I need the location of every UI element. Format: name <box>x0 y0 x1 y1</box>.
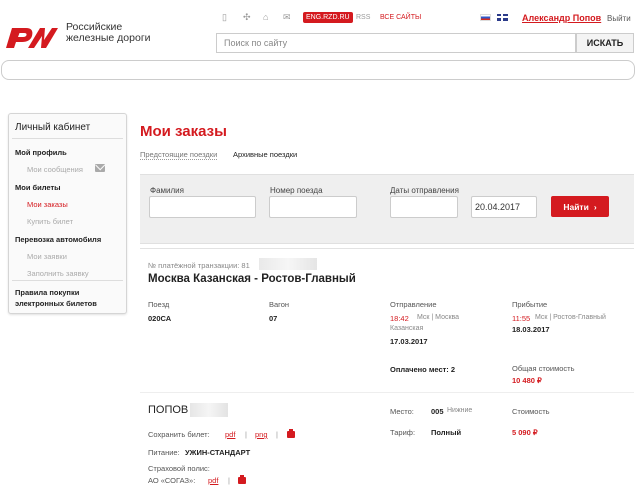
printer-icon[interactable] <box>238 475 246 484</box>
date-from-input[interactable] <box>390 196 458 218</box>
ticket-png-link[interactable]: png <box>255 430 268 439</box>
surname-input[interactable] <box>149 196 256 218</box>
tariff-label: Тариф: <box>390 428 416 437</box>
page-title: Мои заказы <box>140 123 227 140</box>
sidebar <box>8 113 127 314</box>
meal-value: УЖИН-СТАНДАРТ <box>185 448 251 457</box>
logo-text: Российские железные дороги <box>66 21 151 44</box>
sidebar-item-buy-ticket[interactable]: Купить билет <box>27 217 73 226</box>
sidebar-item-my-requests[interactable]: Мои заявки <box>27 252 67 261</box>
train-number-label: Номер поезда <box>270 186 323 195</box>
car-label: Вагон <box>269 300 290 309</box>
eng-site-link[interactable]: ENG.RZD.RU <box>303 12 353 23</box>
mail-icon[interactable]: ✉ <box>283 12 291 23</box>
russian-flag-icon[interactable] <box>480 14 491 21</box>
find-button-label: Найти <box>563 201 589 212</box>
insurance-company: АО «СОГАЗ»: <box>148 476 196 485</box>
arrival-label: Прибытие <box>512 300 548 309</box>
departure-date: 17.03.2017 <box>390 337 428 346</box>
train-value: 020СА <box>148 314 172 323</box>
cost-label: Стоимость <box>512 407 550 416</box>
arrival-time: 11:55 <box>512 314 531 323</box>
find-button[interactable]: Найти › <box>551 196 609 217</box>
sidebar-divider <box>12 280 123 281</box>
tab-archive[interactable]: Архивные поездки <box>233 150 297 159</box>
sidebar-item-rules[interactable]: Правила покупки электронных билетов <box>15 287 97 309</box>
printer-icon[interactable] <box>287 429 295 438</box>
insurance-pdf-link[interactable]: pdf <box>208 476 218 485</box>
logout-link[interactable]: Выйти <box>607 14 631 23</box>
uk-flag-icon[interactable] <box>497 14 508 21</box>
transaction-number: № платёжной транзакции: 81 <box>148 261 250 270</box>
cost-value: 5 090 ₽ <box>512 428 538 437</box>
sidebar-divider <box>12 138 123 139</box>
ticket-pdf-link[interactable]: pdf <box>225 430 235 439</box>
envelope-icon <box>95 164 105 172</box>
redacted-area <box>190 403 228 417</box>
rzd-logo[interactable] <box>4 24 62 50</box>
meal-label: Питание: <box>148 448 180 457</box>
sitemap-icon[interactable]: ✣ <box>243 12 251 23</box>
seat-label: Место: <box>390 407 414 416</box>
home-icon[interactable]: ⌂ <box>263 12 268 22</box>
separator: | <box>228 476 230 485</box>
sidebar-item-fill-request[interactable]: Заполнить заявку <box>27 269 89 278</box>
route-title: Москва Казанская - Ростов-Главный <box>148 273 356 285</box>
passenger-surname: ПОПОВ <box>148 404 189 416</box>
sidebar-item-car-transport[interactable]: Перевозка автомобиля <box>15 235 101 244</box>
search-input[interactable]: Поиск по сайту <box>216 33 576 53</box>
separator: | <box>245 430 247 439</box>
insurance-label: Страховой полис: <box>148 464 210 473</box>
date-to-input[interactable]: 20.04.2017 <box>471 196 537 218</box>
departure-dates-label: Даты отправления <box>390 186 459 195</box>
surname-label: Фамилия <box>150 186 184 195</box>
rss-link[interactable]: RSS <box>356 14 370 21</box>
departure-label: Отправление <box>390 300 437 309</box>
separator: | <box>276 430 278 439</box>
departure-time: 18:42 <box>390 314 409 323</box>
seat-value: 005 <box>431 407 444 416</box>
car-value: 07 <box>269 314 278 323</box>
search-button[interactable]: ИСКАТЬ <box>576 33 634 53</box>
all-sites-link[interactable]: ВСЕ САЙТЫ <box>380 14 421 21</box>
chevron-right-icon: › <box>593 201 597 212</box>
sidebar-item-orders[interactable]: Мои заказы <box>27 200 68 209</box>
divider <box>140 392 634 393</box>
save-ticket-label: Сохранить билет: <box>148 430 210 439</box>
departure-station: Казанская <box>390 325 424 332</box>
tab-upcoming[interactable]: Предстоящие поездки <box>140 150 218 160</box>
sidebar-item-profile[interactable]: Мой профиль <box>15 148 67 157</box>
train-number-input[interactable] <box>269 196 357 218</box>
paid-seats: Оплачено мест: 2 <box>390 365 456 374</box>
main-nav-bar[interactable] <box>1 60 635 80</box>
train-label: Поезд <box>148 300 170 309</box>
total-cost-label: Общая стоимость <box>512 364 575 373</box>
mobile-icon[interactable]: ▯ <box>222 12 227 23</box>
seat-type: Нижние <box>447 407 473 414</box>
arrival-timezone: Мск | Ростов-Главный <box>535 314 606 321</box>
redacted-area <box>259 258 317 270</box>
tariff-value: Полный <box>431 428 462 437</box>
sidebar-item-messages[interactable]: Мои сообщения <box>27 165 83 174</box>
user-profile-link[interactable]: Александр Попов <box>522 13 601 23</box>
departure-timezone: Мск | Москва <box>417 314 460 321</box>
sidebar-title: Личный кабинет <box>15 122 91 133</box>
total-cost-value: 10 480 ₽ <box>512 376 542 385</box>
arrival-date: 18.03.2017 <box>512 325 550 334</box>
sidebar-item-tickets[interactable]: Мои билеты <box>15 183 61 192</box>
